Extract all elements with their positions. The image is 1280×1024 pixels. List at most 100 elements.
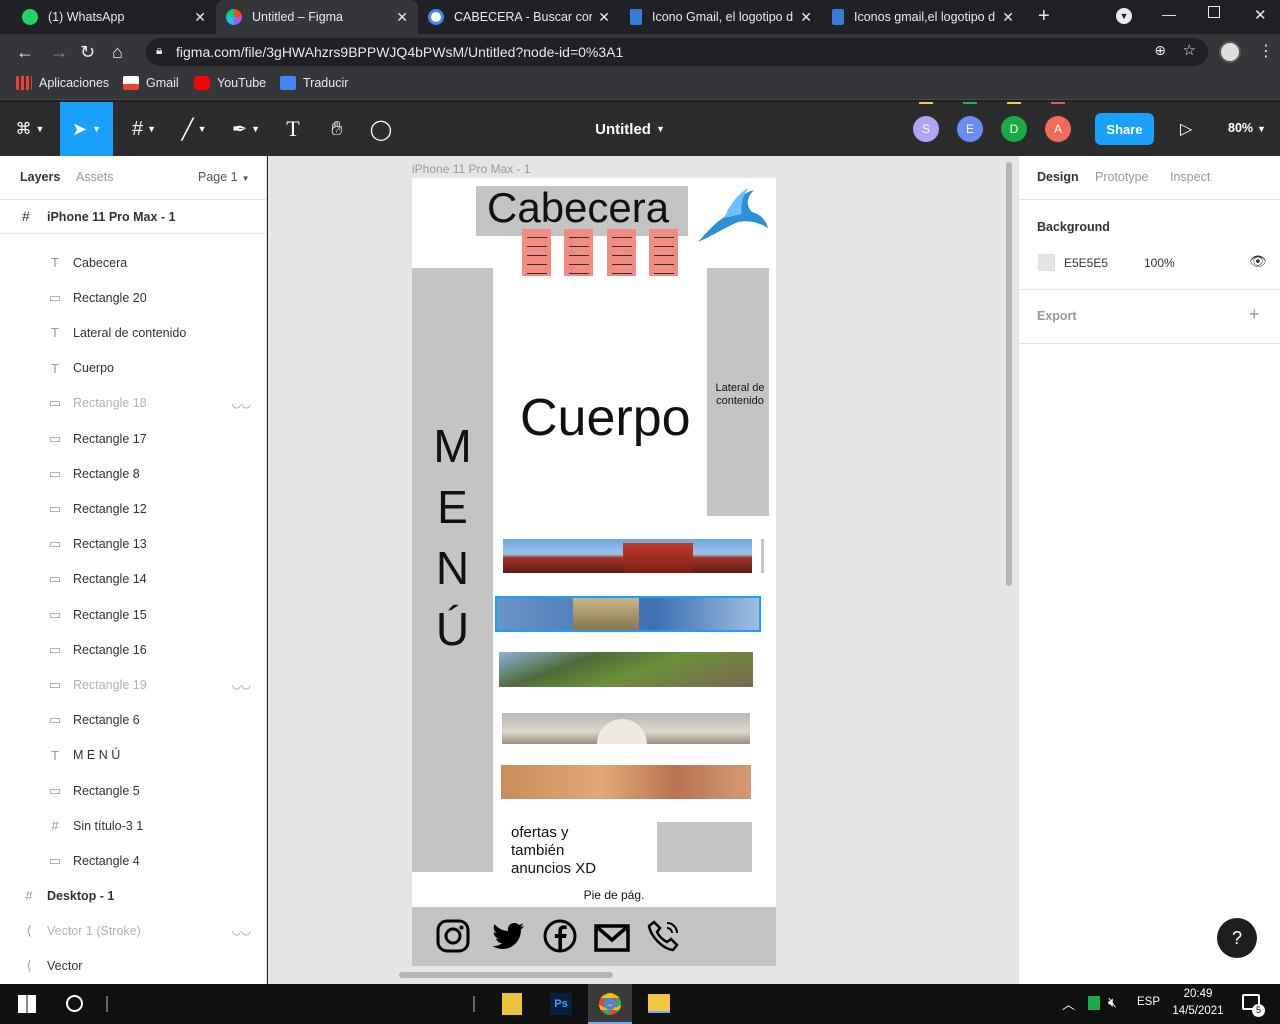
layer-row[interactable]: ▭ Rectangle 5	[0, 773, 267, 808]
help-button[interactable]: ?	[1217, 918, 1257, 958]
hidden-eye-icon[interactable]: ◡◡	[232, 397, 251, 410]
close-icon[interactable]: ✕	[396, 9, 408, 26]
collaborator-avatar[interactable]: S	[913, 116, 939, 142]
share-button[interactable]: Share	[1095, 113, 1154, 145]
layer-row[interactable]: ▭ Rectangle 20	[0, 280, 267, 315]
tab-assets[interactable]: Assets	[76, 170, 114, 184]
bookmark-apps[interactable]: Aplicaciones	[16, 76, 109, 90]
layer-row[interactable]: ▭ Rectangle 18 ◡◡	[0, 386, 267, 421]
close-icon[interactable]: ✕	[194, 9, 206, 26]
home-icon[interactable]: ⌂	[112, 42, 123, 63]
pen-tool-icon[interactable]: ✒ ▼	[224, 102, 268, 156]
layer-row[interactable]: ▭ Rectangle 16	[0, 632, 267, 667]
tab-design[interactable]: Design	[1037, 170, 1079, 184]
file-title[interactable]: Untitled ▼	[580, 102, 680, 156]
windows-start-icon[interactable]	[18, 995, 36, 1013]
apps-grid-icon	[16, 76, 32, 90]
profile-avatar[interactable]	[1219, 41, 1241, 63]
hand-tool-icon[interactable]: ✋︎	[320, 102, 354, 156]
tab-figma[interactable]: Untitled – Figma ✕	[216, 0, 418, 34]
restore-icon[interactable]	[1208, 6, 1220, 18]
move-tool-icon[interactable]: ➤ ▼	[60, 102, 113, 156]
hidden-eye-icon[interactable]: ◡◡	[232, 924, 251, 937]
horizontal-scrollbar[interactable]	[399, 972, 613, 978]
layer-row[interactable]: ▭ Rectangle 14	[0, 562, 267, 597]
vertical-scrollbar[interactable]	[1006, 162, 1012, 586]
forward-arrow-icon[interactable]: →	[50, 42, 68, 63]
tab-inspect[interactable]: Inspect	[1170, 170, 1210, 184]
layer-row[interactable]: ▭ Rectangle 8	[0, 456, 267, 491]
frame-layer-row[interactable]: # iPhone 11 Pro Max - 1	[0, 199, 266, 234]
bg-color-swatch[interactable]	[1038, 254, 1055, 271]
new-tab-plus-icon[interactable]: +	[1038, 5, 1050, 28]
add-export-plus-icon[interactable]: +	[1249, 304, 1260, 325]
minimize-icon[interactable]: —	[1162, 6, 1176, 22]
notes-app-icon[interactable]	[502, 993, 522, 1015]
close-icon[interactable]: ✕	[1002, 9, 1014, 26]
layer-row[interactable]: ▭ Rectangle 19 ◡◡	[0, 667, 267, 702]
tab-gmail-icon-2[interactable]: Iconos gmail,el logotipo d ✕	[822, 0, 1024, 34]
close-icon[interactable]: ✕	[800, 9, 812, 26]
eye-icon[interactable]: 👁︎	[1249, 253, 1267, 270]
layer-row[interactable]: T Lateral de contenido	[0, 315, 267, 350]
bookmark-star-icon[interactable]: ☆	[1183, 41, 1196, 59]
layer-row[interactable]: ▭ Rectangle 17	[0, 421, 267, 456]
tab-search-icon[interactable]: ▼	[1116, 8, 1132, 24]
more-menu-icon[interactable]: ⋮	[1258, 41, 1274, 61]
layer-row[interactable]: ▭ Rectangle 4	[0, 843, 267, 878]
bookmark-youtube[interactable]: YouTube	[194, 76, 266, 90]
tab-gmail-icon-1[interactable]: Icono Gmail, el logotipo d ✕	[620, 0, 822, 34]
layer-row[interactable]: ▭ Rectangle 15	[0, 597, 267, 632]
layer-row[interactable]: T Cuerpo	[0, 351, 267, 386]
canvas[interactable]: iPhone 11 Pro Max - 1 Cabecera M E N Ú C…	[268, 156, 1018, 984]
zoom-icon[interactable]: ⊕	[1154, 42, 1166, 59]
line-tool-icon[interactable]: ╱ ▼	[172, 102, 216, 156]
selected-tower-image[interactable]	[495, 596, 761, 632]
layer-row[interactable]: T Cabecera	[0, 245, 267, 280]
tab-layers[interactable]: Layers	[20, 170, 60, 184]
back-arrow-icon[interactable]: ←	[16, 42, 34, 63]
comment-tool-icon[interactable]: ◯	[364, 102, 398, 156]
close-icon[interactable]: ✕	[598, 9, 610, 26]
collaborator-avatar[interactable]: E	[957, 116, 983, 142]
bg-opacity[interactable]: 100%	[1144, 256, 1175, 270]
volume-muted-icon[interactable]: 🔇︎	[1108, 994, 1117, 1011]
layer-row[interactable]: ▭ Rectangle 13	[0, 527, 267, 562]
hidden-eye-icon[interactable]: ◡◡	[232, 678, 251, 691]
layer-row[interactable]: ▭ Rectangle 12	[0, 491, 267, 526]
figma-menu-icon[interactable]: ⌘ ▼	[10, 102, 50, 156]
tray-app-icon[interactable]	[1088, 996, 1100, 1010]
text-tool-icon[interactable]: T	[278, 102, 308, 156]
search-circle-icon[interactable]	[66, 995, 83, 1012]
tab-whatsapp[interactable]: (1) WhatsApp ✕	[12, 0, 216, 34]
url-field[interactable]: 🔒︎ figma.com/file/3gHWAhzrs9BPPWJQ4bPWsM…	[146, 38, 1208, 66]
layer-row[interactable]: # Desktop - 1	[0, 878, 267, 913]
phone-frame[interactable]: Cabecera M E N Ú Cuerpo Lateral de conte…	[412, 178, 776, 966]
tab-prototype[interactable]: Prototype	[1095, 170, 1149, 184]
frame-tool-icon[interactable]: # ▼	[122, 102, 166, 156]
show-hidden-icons-chevron[interactable]: ︿	[1062, 994, 1075, 1013]
layer-row[interactable]: ▭ Rectangle 6	[0, 703, 267, 738]
reload-icon[interactable]: ↻	[80, 42, 95, 63]
collaborator-avatar[interactable]: D	[1001, 116, 1027, 142]
collaborator-avatar[interactable]: A	[1045, 116, 1071, 142]
layer-row[interactable]: ⟨ Vector 1 (Stroke) ◡◡	[0, 913, 267, 948]
bookmark-gmail[interactable]: Gmail	[123, 76, 179, 90]
page-dropdown[interactable]: Page 1 ▼	[198, 170, 250, 184]
clock-time[interactable]: 20:49	[1168, 988, 1228, 1000]
tab-google-search[interactable]: CABECERA - Buscar con G ✕	[418, 0, 620, 34]
layer-row[interactable]: TM E N Ú	[0, 738, 267, 773]
chrome-taskbar-item[interactable]	[588, 984, 632, 1024]
bg-color-hex[interactable]: E5E5E5	[1064, 256, 1108, 270]
frame-label[interactable]: iPhone 11 Pro Max - 1	[412, 162, 531, 176]
clock-date[interactable]: 14/5/2021	[1168, 1005, 1228, 1017]
layer-row[interactable]: ⟨ Vector	[0, 948, 267, 983]
present-play-icon[interactable]: ▷	[1180, 119, 1192, 139]
layer-row[interactable]: # Sin título-3 1	[0, 808, 267, 843]
file-explorer-icon[interactable]	[648, 994, 670, 1013]
bookmark-translate[interactable]: Traducir	[280, 76, 348, 90]
photoshop-icon[interactable]: Ps	[550, 993, 572, 1015]
zoom-dropdown[interactable]: 80% ▼	[1228, 121, 1266, 135]
window-close-icon[interactable]: ✕	[1254, 6, 1267, 24]
language-indicator[interactable]: ESP	[1137, 996, 1160, 1008]
